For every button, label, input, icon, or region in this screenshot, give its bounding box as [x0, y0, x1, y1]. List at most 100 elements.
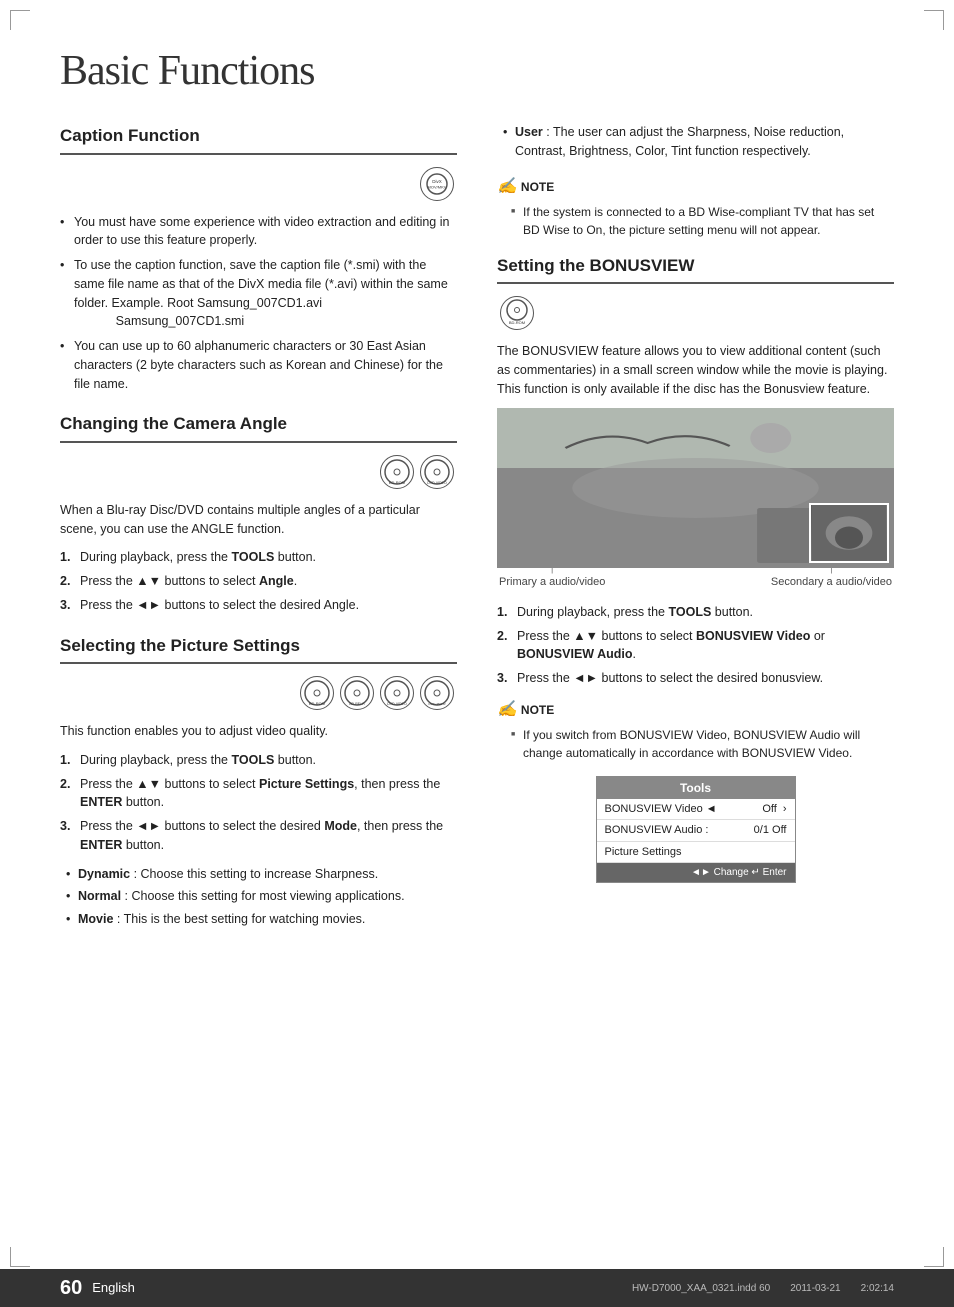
- ps-dvdvideo-icon-svg: DVD-VIDEO: [383, 679, 411, 707]
- dvdvideo-icon-svg: DVD-VIDEO: [423, 458, 451, 486]
- tools-row-1-arrow: ›: [783, 801, 787, 818]
- note1-item-1: If the system is connected to a BD Wise-…: [511, 203, 894, 239]
- note2-label: NOTE: [521, 701, 554, 719]
- caption-icon-row: DivX MOV/MKV: [60, 165, 457, 203]
- ps-sub-dynamic: Dynamic : Choose this setting to increas…: [60, 865, 457, 884]
- tools-row-1-value: Off: [762, 801, 776, 818]
- tools-menu: Tools BONUSVIEW Video ◄ Off › BONUSVIEW …: [596, 776, 796, 884]
- svg-text:BD-ROM: BD-ROM: [389, 480, 405, 485]
- page-language: English: [92, 1278, 135, 1298]
- dvdvideo-icon: DVD-VIDEO: [420, 455, 454, 489]
- caption-bullet-1: You must have some experience with video…: [60, 213, 457, 251]
- primary-label: Primary a audio/video: [499, 574, 605, 591]
- ps-dvdprw-icon-svg: DVD+RW/-R: [423, 679, 451, 707]
- svg-text:MOV/MKV: MOV/MKV: [428, 184, 447, 189]
- tools-row-2-value: 0/1 Off: [754, 822, 787, 839]
- ps-sub-user: User : The user can adjust the Sharpness…: [497, 123, 894, 161]
- camera-angle-icon-row: BD-ROM DVD-VIDEO: [60, 453, 457, 491]
- ps-sub-normal: Normal : Choose this setting for most vi…: [60, 887, 457, 906]
- tools-menu-header: Tools: [597, 777, 795, 799]
- corner-mark-tl: [10, 10, 30, 30]
- bonusview-icon-row: BD-ROM: [497, 294, 894, 332]
- picture-settings-icon-row: BD-ROM BD-RE/-R: [60, 674, 457, 712]
- caption-bullet-2: To use the caption function, save the ca…: [60, 256, 457, 331]
- svg-text:BD-ROM: BD-ROM: [309, 701, 325, 706]
- footer-file: HW-D7000_XAA_0321.indd 60: [632, 1281, 770, 1296]
- note1-label: NOTE: [521, 178, 554, 196]
- svg-text:DVD-VIDEO: DVD-VIDEO: [427, 481, 447, 485]
- bdrom-icon-svg: BD-ROM: [383, 458, 411, 486]
- svg-text:BD-ROM: BD-ROM: [509, 320, 525, 325]
- tools-menu-footer: ◄► Change ↵ Enter: [597, 863, 795, 882]
- right-column: User : The user can adjust the Sharpness…: [497, 123, 894, 947]
- bonusview-section: Setting the BONUSVIEW BD-ROM The BONUSVI…: [497, 253, 894, 884]
- ps-step-2: 2.Press the ▲▼ buttons to select Picture…: [60, 775, 457, 813]
- page-number: 60: [60, 1273, 82, 1303]
- svg-text:DVD+RW/-R: DVD+RW/-R: [428, 702, 446, 706]
- picture-settings-title: Selecting the Picture Settings: [60, 633, 457, 665]
- user-bullet-section: User : The user can adjust the Sharpness…: [497, 123, 894, 161]
- camera-angle-section: Changing the Camera Angle BD-ROM: [60, 411, 457, 614]
- corner-mark-bl: [10, 1247, 30, 1267]
- ps-bdrom-icon: BD-ROM: [300, 676, 334, 710]
- footer-time: 2:02:14: [861, 1281, 894, 1296]
- note1-icon: ✍: [497, 175, 517, 199]
- note2-title: ✍ NOTE: [497, 698, 894, 722]
- secondary-label: Secondary a audio/video: [771, 574, 892, 591]
- note2-box: ✍ NOTE If you switch from BONUSVIEW Vide…: [497, 698, 894, 762]
- bv-step-1: 1.During playback, press the TOOLS butto…: [497, 603, 894, 622]
- note2-icon: ✍: [497, 698, 517, 722]
- picture-settings-section: Selecting the Picture Settings BD-ROM: [60, 633, 457, 929]
- svg-text:DVD-VIDEO: DVD-VIDEO: [387, 702, 407, 706]
- note1-box: ✍ NOTE If the system is connected to a B…: [497, 175, 894, 239]
- bonusview-pip-scene: [809, 503, 889, 563]
- bonusview-bdrom-svg: BD-ROM: [503, 299, 531, 327]
- corner-mark-br: [924, 1247, 944, 1267]
- bdrom-icon: BD-ROM: [380, 455, 414, 489]
- bonusview-intro: The BONUSVIEW feature allows you to view…: [497, 342, 894, 398]
- caption-function-title: Caption Function: [60, 123, 457, 155]
- tools-row-3: Picture Settings: [597, 842, 795, 864]
- page: Basic Functions Caption Function DivX MO…: [0, 0, 954, 1307]
- divx-icon-svg: DivX MOV/MKV: [426, 173, 448, 195]
- footer-bar: 60 English HW-D7000_XAA_0321.indd 60 201…: [0, 1269, 954, 1307]
- camera-angle-title: Changing the Camera Angle: [60, 411, 457, 443]
- footer-date: 2011-03-21: [790, 1281, 840, 1296]
- ps-bdrer-icon-svg: BD-RE/-R: [343, 679, 371, 707]
- svg-text:DivX: DivX: [432, 179, 442, 184]
- caption-bullets: You must have some experience with video…: [60, 213, 457, 394]
- ps-dvdvideo-icon: DVD-VIDEO: [380, 676, 414, 710]
- ps-dvdprw-icon: DVD+RW/-R: [420, 676, 454, 710]
- note2-list: If you switch from BONUSVIEW Video, BONU…: [497, 726, 894, 762]
- main-title: Basic Functions: [60, 40, 894, 103]
- camera-step-2: 2.Press the ▲▼ buttons to select Angle.: [60, 572, 457, 591]
- camera-angle-intro: When a Blu-ray Disc/DVD contains multipl…: [60, 501, 457, 539]
- ps-sub-movie: Movie : This is the best setting for wat…: [60, 910, 457, 929]
- divx-icon: DivX MOV/MKV: [420, 167, 454, 201]
- note2-item-1: If you switch from BONUSVIEW Video, BONU…: [511, 726, 894, 762]
- bonusview-steps: 1.During playback, press the TOOLS butto…: [497, 603, 894, 688]
- tools-row-2: BONUSVIEW Audio : 0/1 Off: [597, 820, 795, 842]
- svg-text:BD-RE/-R: BD-RE/-R: [349, 702, 365, 706]
- corner-mark-tr: [924, 10, 944, 30]
- ps-step-3: 3.Press the ◄► buttons to select the des…: [60, 817, 457, 855]
- bonusview-title: Setting the BONUSVIEW: [497, 253, 894, 285]
- note1-title: ✍ NOTE: [497, 175, 894, 199]
- picture-settings-steps: 1.During playback, press the TOOLS butto…: [60, 751, 457, 855]
- bonusview-labels: Primary a audio/video Secondary a audio/…: [497, 574, 894, 591]
- camera-angle-steps: 1.During playback, press the TOOLS butto…: [60, 548, 457, 614]
- tools-row-1-right: Off ›: [762, 801, 786, 818]
- pip-scene-svg: [811, 505, 887, 561]
- tools-row-3-label: Picture Settings: [605, 844, 682, 861]
- bonusview-image: [497, 408, 894, 568]
- left-column: Caption Function DivX MOV/MKV You must h…: [60, 123, 457, 947]
- bv-step-3: 3.Press the ◄► buttons to select the des…: [497, 669, 894, 688]
- tools-row-2-label: BONUSVIEW Audio :: [605, 822, 709, 839]
- caption-function-section: Caption Function DivX MOV/MKV You must h…: [60, 123, 457, 393]
- ps-bdrer-icon: BD-RE/-R: [340, 676, 374, 710]
- caption-bullet-3: You can use up to 60 alphanumeric charac…: [60, 337, 457, 393]
- camera-step-3: 3.Press the ◄► buttons to select the des…: [60, 596, 457, 615]
- bv-step-2: 2.Press the ▲▼ buttons to select BONUSVI…: [497, 627, 894, 665]
- tools-row-1: BONUSVIEW Video ◄ Off ›: [597, 799, 795, 821]
- tools-row-1-label: BONUSVIEW Video ◄: [605, 801, 717, 818]
